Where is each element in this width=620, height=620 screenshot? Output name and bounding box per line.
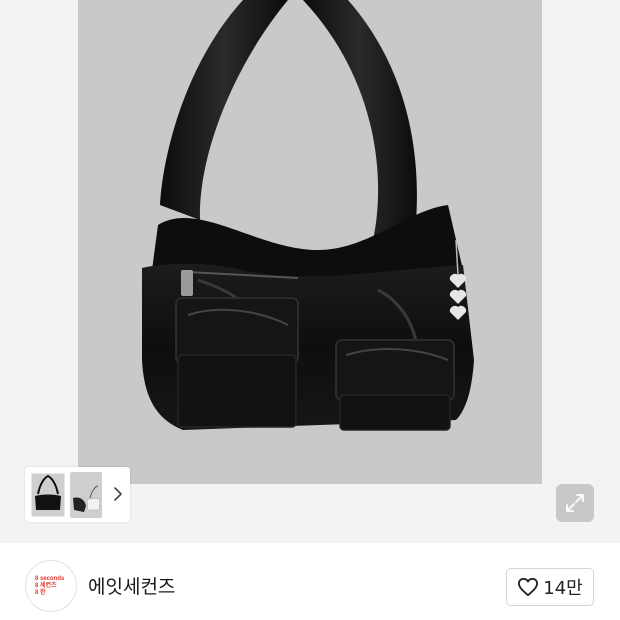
bag-thumbnail-image xyxy=(73,485,101,512)
product-photo[interactable] xyxy=(78,0,542,484)
thumbnail-1[interactable] xyxy=(30,472,66,518)
bag-thumbnail-image xyxy=(35,474,61,510)
thumbnail-strip xyxy=(25,467,130,522)
expand-arrows-icon xyxy=(566,494,584,512)
thumbnail-next-button[interactable] xyxy=(110,480,126,508)
brand-bar: 8 seconds 8 세컨즈 8 한 에잇세컨즈 14만 xyxy=(0,543,620,620)
brand-name[interactable]: 에잇세컨즈 xyxy=(88,572,175,599)
like-count: 14만 xyxy=(543,578,583,599)
brand-logo-text: 8 seconds 8 세컨즈 8 한 xyxy=(35,576,65,596)
thumbnail-2[interactable] xyxy=(70,472,102,518)
black-shoulder-bag-image xyxy=(142,0,474,431)
brand-logo[interactable]: 8 seconds 8 세컨즈 8 한 xyxy=(25,560,77,612)
chevron-right-icon xyxy=(114,487,122,501)
product-hero xyxy=(0,0,620,543)
heart-outline-icon xyxy=(518,577,539,597)
like-button[interactable]: 14만 xyxy=(506,568,594,606)
expand-image-button[interactable] xyxy=(556,484,594,522)
